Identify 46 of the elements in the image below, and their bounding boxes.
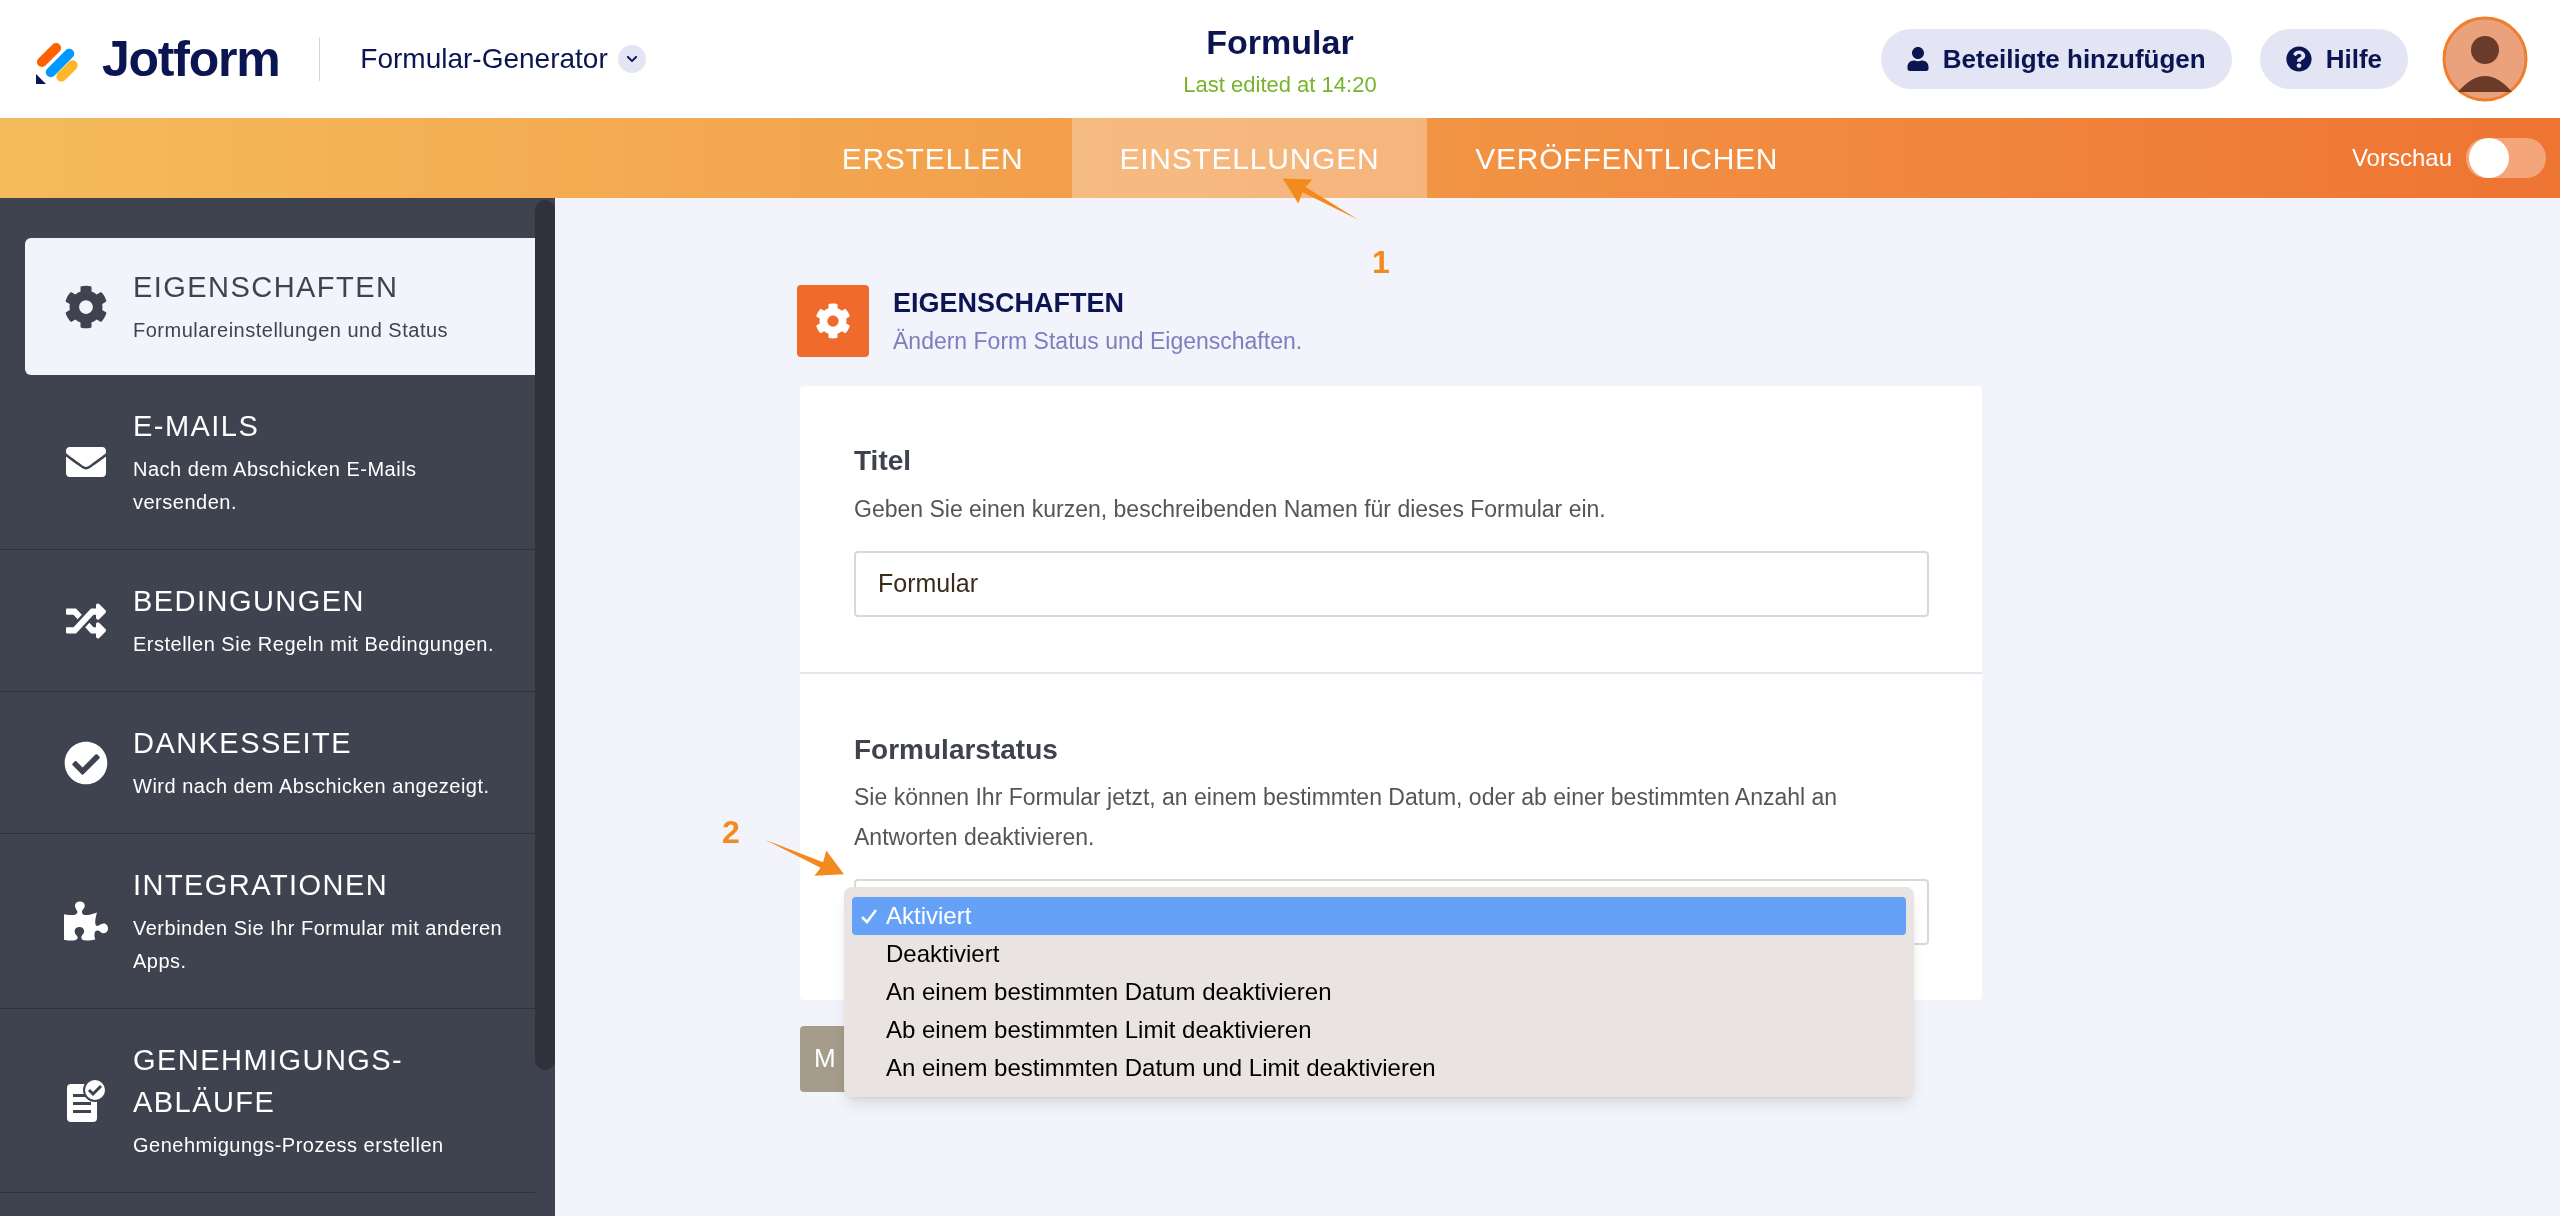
dropdown-option[interactable]: An einem bestimmten Datum und Limit deaktivieren	[852, 1049, 1906, 1087]
sidebar-item[interactable]: EIGENSCHAFTEN Formulareinstellungen und Status	[25, 238, 535, 375]
form-title: Formular	[1206, 22, 1354, 63]
brand-name: Jotform	[102, 29, 280, 89]
clipboard-check-icon	[65, 1077, 107, 1124]
sidebar-item-subtitle: Verbinden Sie Ihr Formular mit anderen Apps.	[133, 916, 504, 974]
field-description: Geben Sie einen kurzen, beschreibenden Namen für dieses Formular ein.	[854, 495, 1607, 524]
sidebar-item-subtitle: Erstellen Sie Regeln mit Bedingungen.	[133, 632, 494, 657]
dropdown-option[interactable]: Deaktiviert	[852, 935, 1906, 973]
help-button[interactable]: Hilfe	[2259, 29, 2408, 89]
sidebar-item-title: INTEGRATIONEN	[133, 868, 390, 903]
dropdown-option[interactable]: Ab einem bestimmten Limit deaktivieren	[852, 1011, 1906, 1049]
annotation-number: 1	[1372, 243, 1390, 282]
scrollbar[interactable]	[535, 200, 555, 1070]
annotation-number: 2	[722, 813, 740, 852]
app-menu[interactable]: Formular-Generator	[360, 38, 646, 80]
sidebar-item-subtitle: Formulareinstellungen und Status	[133, 318, 449, 343]
section-title: EIGENSCHAFTEN	[893, 287, 1126, 320]
title-input[interactable]: Formular	[854, 550, 1929, 617]
gear-icon	[797, 284, 869, 357]
avatar[interactable]	[2442, 16, 2528, 102]
chevron-down-icon	[617, 45, 646, 73]
sidebar-item-title: E-MAILS	[133, 409, 261, 444]
preview-toggle[interactable]	[2466, 138, 2546, 178]
sidebar-item-subtitle: Nach dem Abschicken E-Mails versenden.	[133, 457, 418, 515]
sidebar-item-title: EIGENSCHAFTEN	[133, 270, 400, 305]
user-icon	[1906, 47, 1929, 71]
help-icon	[2285, 46, 2312, 72]
sidebar-item-title: GENEHMIGUNGS- ABLÄUFE	[133, 1043, 405, 1120]
sidebar-item-subtitle: Wird nach dem Abschicken angezeigt.	[133, 774, 490, 799]
field-label: Formularstatus	[854, 732, 1059, 767]
section-subtitle: Ändern Form Status und Eigenschaften.	[893, 326, 1303, 356]
preview-label: Vorschau	[2351, 143, 2452, 173]
sidebar-item[interactable]: DANKESSEITE Wird nach dem Abschicken angezeigt.	[0, 692, 535, 834]
sidebar-item[interactable]: E-MAILS Nach dem Abschicken E-Mails versenden.	[0, 375, 535, 550]
sidebar-item[interactable]: GENEHMIGUNGS- ABLÄUFE Genehmigungs-Prozess erstellen	[0, 1009, 535, 1193]
puzzle-icon	[64, 899, 108, 943]
sidebar-item-subtitle: Genehmigungs-Prozess erstellen	[133, 1133, 444, 1158]
gear-icon	[64, 284, 108, 329]
sidebar-item-title: BEDINGUNGEN	[133, 584, 366, 619]
last-edited-text: Last edited at 14:20	[1183, 71, 1377, 99]
dropdown-option[interactable]: An einem bestimmten Datum deaktivieren	[852, 973, 1906, 1011]
sidebar-item-title: DANKESSEITE	[133, 726, 353, 761]
field-description: Sie können Ihr Formular jetzt, an einem bestimmten Datum, oder ab einer bestimmten Anzahl an Antworten deaktivieren.	[854, 782, 1839, 852]
add-participants-button[interactable]: Beteiligte hinzufügen	[1880, 29, 2232, 89]
field-label: Titel	[854, 444, 913, 478]
